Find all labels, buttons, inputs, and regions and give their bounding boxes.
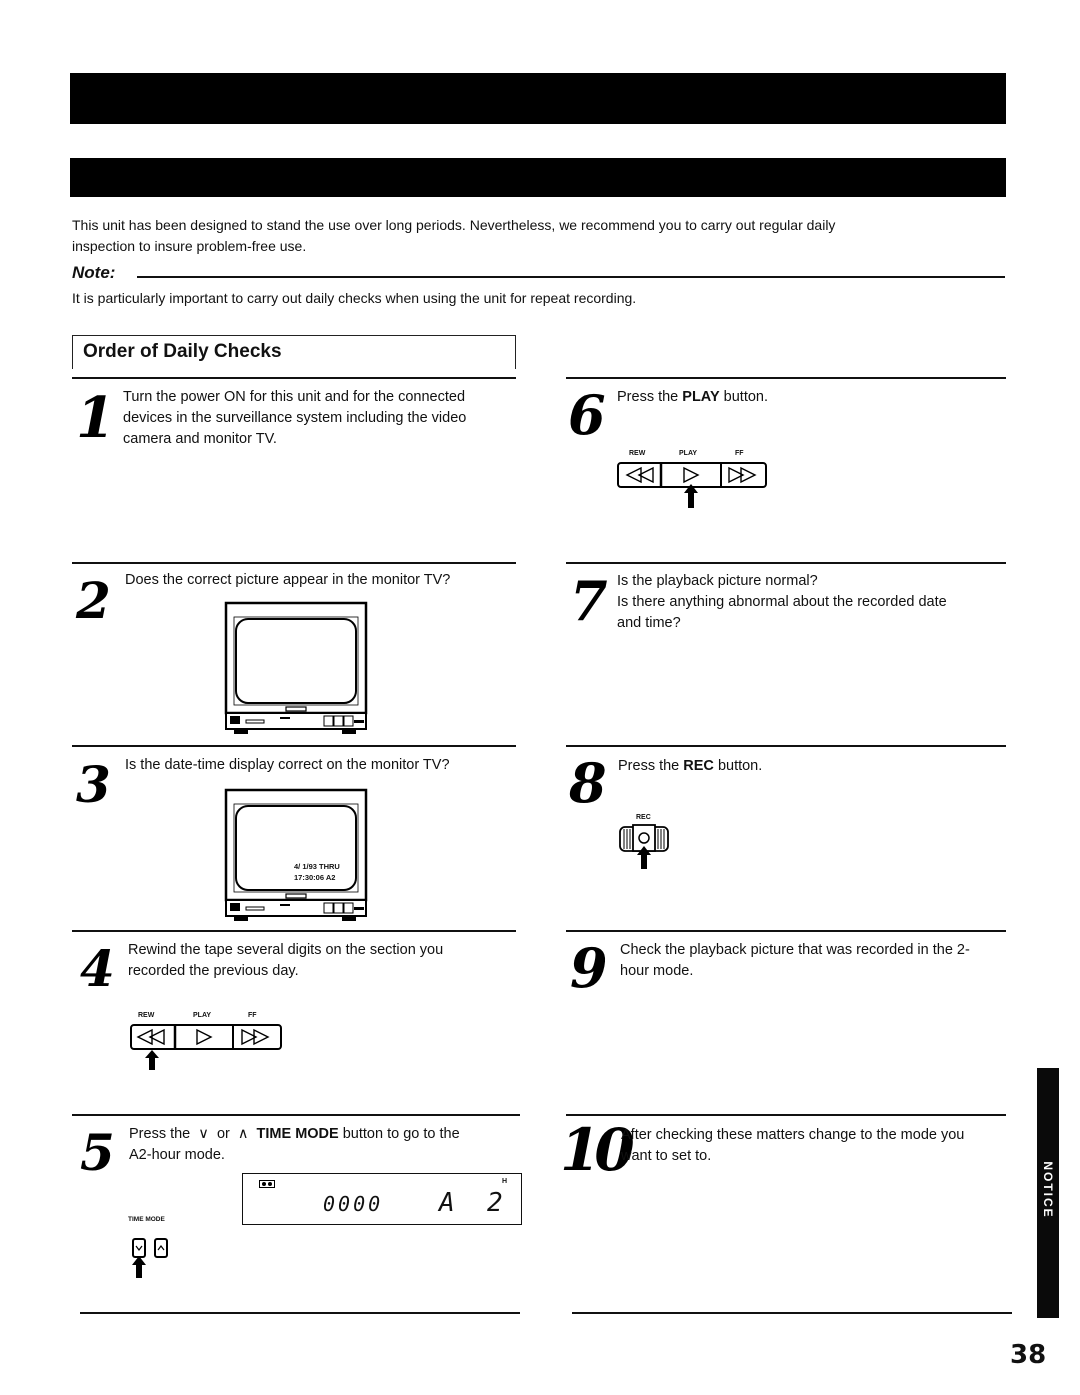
osd-date: 4/ 1/93 THRU <box>294 862 340 871</box>
header-bar-top <box>70 73 1006 124</box>
time-mode-button-label: TIME MODE <box>128 1216 165 1223</box>
monitor-tv-date-illustration: 4/ 1/93 THRU 17:30:06 A2 <box>224 788 370 924</box>
step-1-number: 1 <box>76 385 115 451</box>
play-word: PLAY <box>682 389 720 405</box>
rew-label: REW <box>629 450 646 457</box>
step-4-number: 4 <box>80 939 115 998</box>
step-1-line-3: camera and monitor TV. <box>123 431 277 447</box>
transport-buttons-play: REW PLAY FF <box>617 450 769 510</box>
transport-panel <box>130 1024 282 1070</box>
step-6-post: button. <box>723 389 768 405</box>
note-text: It is particularly important to carry ou… <box>72 290 637 306</box>
step-9-line-1: Check the playback picture that was reco… <box>620 942 970 958</box>
rec-word: REC <box>683 758 714 774</box>
time-mode-keys <box>132 1238 168 1278</box>
play-label: PLAY <box>679 450 698 457</box>
transport-buttons-rew: REW PLAY FF <box>130 1012 282 1072</box>
display-mode-number: 2 <box>487 1188 503 1218</box>
rec-label: REC <box>636 814 651 821</box>
rec-button <box>619 824 669 869</box>
step-4-line-2: recorded the previous day. <box>128 963 299 979</box>
step-5-number: 5 <box>80 1123 115 1182</box>
time-mode-label: TIME MODE <box>256 1126 339 1142</box>
step-5-text: Press the ∨ or ∧ TIME MODE button to go … <box>129 1124 460 1166</box>
step-3-text: Is the date-time display correct on the … <box>125 757 450 773</box>
note-rule <box>137 276 1005 278</box>
step-6-text: Press the PLAY button. <box>617 387 768 408</box>
step-1-rule <box>72 377 516 379</box>
step-7-line-2: Is there anything abnormal about the rec… <box>617 594 947 610</box>
step-5-post: button to go to the <box>342 1126 460 1142</box>
step-4-line-1: Rewind the tape several digits on the se… <box>128 942 444 958</box>
step-8-post: button. <box>717 758 763 774</box>
step-8-pre: Press the <box>618 758 680 774</box>
cassette-icon <box>259 1180 275 1188</box>
display-h-indicator: H <box>501 1178 507 1185</box>
section-header: Order of Daily Checks <box>72 335 516 369</box>
time-mode-buttons: TIME MODE <box>128 1216 188 1280</box>
side-tab-label: NOTICE <box>1041 1161 1055 1219</box>
step-6-number: 6 <box>568 383 606 447</box>
note-label: Note: <box>72 263 116 282</box>
intro-paragraph: This unit has been designed to stand the… <box>72 215 1012 257</box>
intro-line-1: This unit has been designed to stand the… <box>72 217 836 233</box>
step-9-rule <box>566 930 1006 932</box>
osd-time: 17:30:06 A2 <box>294 873 336 882</box>
step-2-number: 2 <box>76 571 111 630</box>
display-mode-letter: A <box>439 1188 455 1218</box>
ff-label: FF <box>735 450 744 457</box>
step-7-rule <box>566 562 1006 564</box>
step-8-number: 8 <box>569 751 607 815</box>
transport-panel <box>617 462 767 508</box>
step-8-rule <box>566 745 1006 747</box>
step-1-line-2: devices in the surveillance system inclu… <box>123 410 467 426</box>
up-chevron-icon: ∧ <box>237 1126 249 1142</box>
step-9-line-2: hour mode. <box>620 963 694 979</box>
down-chevron-icon: ∨ <box>198 1126 209 1142</box>
right-bottom-rule <box>572 1312 1012 1314</box>
step-8-text: Press the REC button. <box>618 756 762 777</box>
step-10-rule <box>566 1114 1006 1116</box>
left-bottom-rule <box>80 1312 520 1314</box>
step-5-line-1: Press the ∨ or ∧ TIME MODE button to go … <box>129 1124 460 1145</box>
header-bar-sub <box>70 158 1006 197</box>
intro-line-2: inspection to insure problem-free use. <box>72 238 307 254</box>
step-10-line-2: want to set to. <box>621 1148 712 1164</box>
side-tab: NOTICE <box>1037 1068 1059 1318</box>
display-counter: 0000 <box>323 1192 384 1216</box>
monitor-tv-illustration <box>224 601 368 734</box>
vcr-display: H 0000 A 2 <box>242 1173 522 1225</box>
step-2-rule <box>72 562 516 564</box>
step-7-text: Is the playback picture normal? Is there… <box>617 571 947 634</box>
step-7-number: 7 <box>570 569 608 633</box>
step-4-rule <box>72 930 516 932</box>
step-5-pre: Press the <box>129 1126 191 1142</box>
step-5-line-2: A2-hour mode. <box>129 1147 225 1163</box>
step-9-number: 9 <box>570 936 608 1000</box>
step-1-text: Turn the power ON for this unit and for … <box>123 387 523 450</box>
step-6-pre: Press the <box>617 389 679 405</box>
rew-label: REW <box>138 1012 155 1019</box>
step-7-line-3: and time? <box>617 615 681 631</box>
step-9-text: Check the playback picture that was reco… <box>620 940 970 982</box>
step-5-rule <box>72 1114 520 1116</box>
monitor-tv-frame <box>224 788 368 921</box>
step-3-number: 3 <box>76 755 111 814</box>
rec-button-illustration: REC <box>618 814 670 870</box>
step-10-line-1: After checking these matters change to t… <box>621 1127 965 1143</box>
ff-label: FF <box>248 1012 257 1019</box>
step-10-number: 10 <box>560 1116 635 1184</box>
step-10-text: After checking these matters change to t… <box>621 1125 964 1167</box>
page-number: 38 <box>1010 1340 1047 1370</box>
step-6-rule <box>566 377 1006 379</box>
step-5-or: or <box>216 1126 230 1142</box>
step-1-line-1: Turn the power ON for this unit and for … <box>123 389 466 405</box>
step-4-text: Rewind the tape several digits on the se… <box>128 940 443 982</box>
step-2-text: Does the correct picture appear in the m… <box>125 572 451 588</box>
play-label: PLAY <box>193 1012 212 1019</box>
section-title: Order of Daily Checks <box>83 341 282 362</box>
step-3-rule <box>72 745 516 747</box>
step-7-line-1: Is the playback picture normal? <box>617 573 818 589</box>
